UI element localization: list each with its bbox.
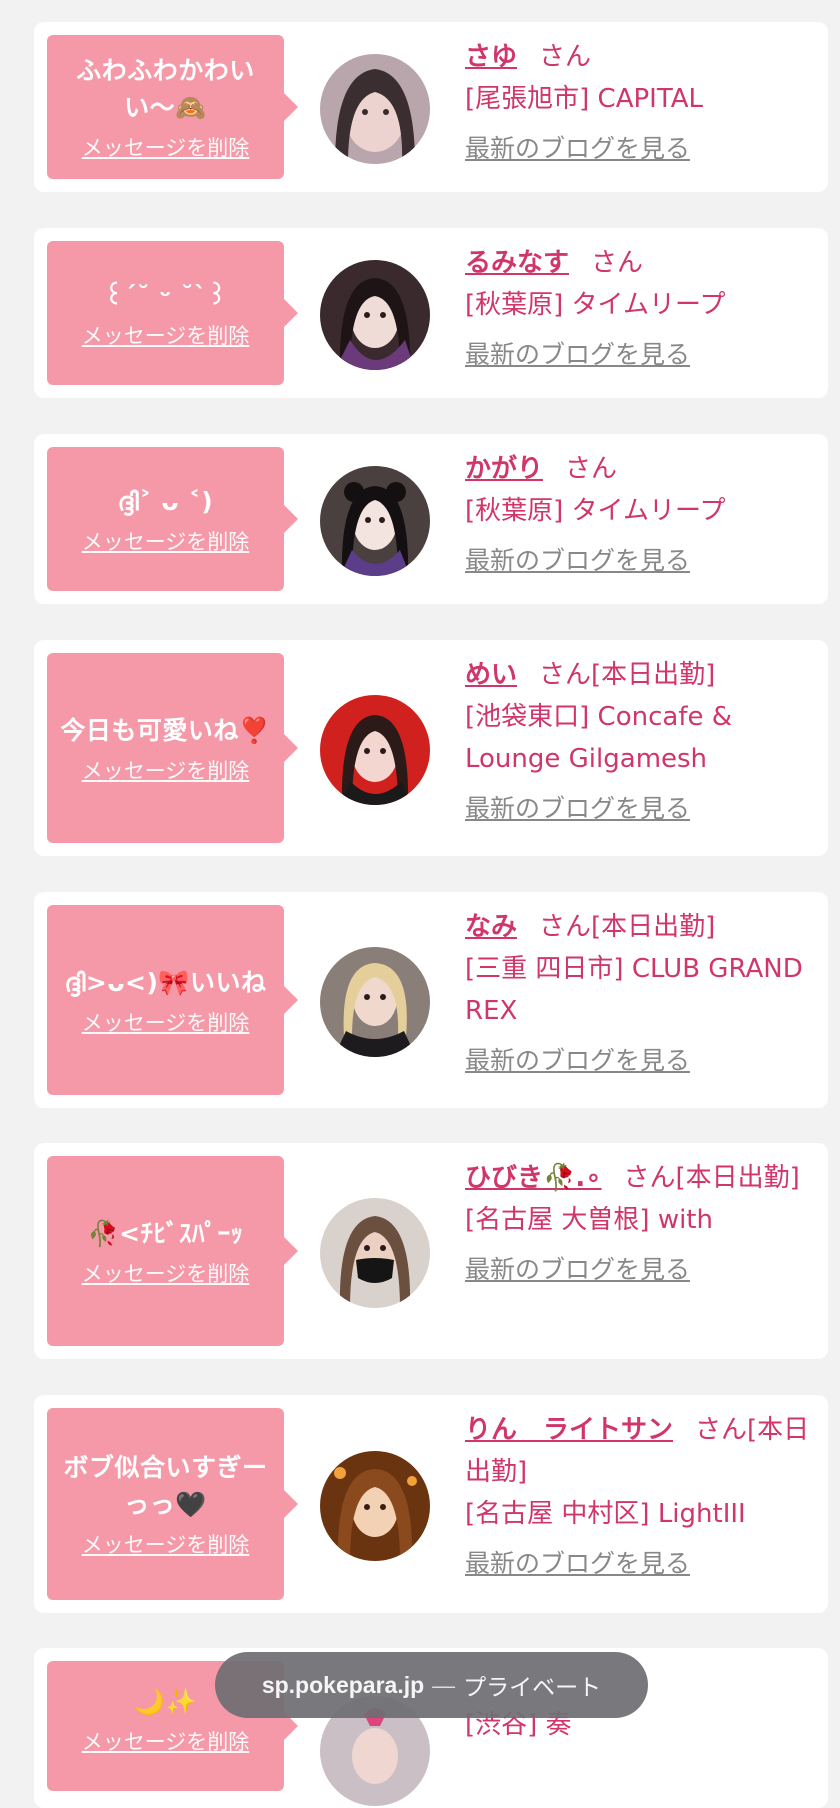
message-bubble: ボブ似合いすぎーっっ🖤 メッセージを削除 [47, 1408, 298, 1600]
avatar[interactable] [320, 54, 430, 164]
cast-suffix: さん [591, 248, 644, 278]
message-card: ദ്ദി˃ ᴗ ˂) メッセージを削除 かがり さん [秋葉原] タイムリープ 最… [34, 434, 828, 604]
message-bubble: ꒰ˊ˘ ᵕ ˘ˋ꒱ メッセージを削除 [47, 241, 298, 385]
message-text: ꒰ˊ˘ ᵕ ˘ˋ꒱ [103, 280, 228, 310]
message-text: ദ്ദി˃ ᴗ ˂) [117, 486, 214, 516]
message-card: ボブ似合いすぎーっっ🖤 メッセージを削除 りん ライトサン さん[本日出勤] [名… [34, 1395, 828, 1613]
shop-name: [秋葉原] タイムリープ [465, 290, 726, 320]
cast-name-link[interactable]: さゆ [465, 42, 517, 72]
delete-message-link[interactable]: メッセージを削除 [82, 1258, 250, 1288]
latest-blog-link[interactable]: 最新のブログを見る [465, 128, 812, 170]
cast-info: かがり さん [秋葉原] タイムリープ 最新のブログを見る [465, 448, 812, 582]
avatar[interactable] [320, 947, 430, 1057]
shop-name: [秋葉原] タイムリープ [465, 496, 726, 526]
cast-name-link[interactable]: りん ライトサン [465, 1415, 673, 1445]
avatar-image [320, 1451, 430, 1561]
avatar[interactable] [320, 695, 430, 805]
shop-name: [尾張旭市] CAPITAL [465, 84, 703, 114]
latest-blog-link[interactable]: 最新のブログを見る [465, 540, 812, 582]
message-text: 今日も可愛いね❣️ [60, 715, 271, 745]
message-card: 今日も可愛いね❣️ メッセージを削除 めい さん[本日出勤] [池袋東口] Con… [34, 640, 828, 856]
cast-suffix: さん[本日出勤] [539, 660, 716, 690]
message-bubble: 今日も可愛いね❣️ メッセージを削除 [47, 653, 298, 843]
message-bubble: 🥀<ﾁﾋﾞｽﾊﾟｰｯ メッセージを削除 [47, 1156, 298, 1346]
message-text: ദ്ദി>ᴗ<)🎀いいね [64, 967, 267, 997]
site-domain: sp.pokepara.jp [261, 1671, 425, 1698]
delete-message-link[interactable]: メッセージを削除 [82, 1007, 250, 1037]
latest-blog-link[interactable]: 最新のブログを見る [465, 1249, 812, 1291]
message-card: 🥀<ﾁﾋﾞｽﾊﾟｰｯ メッセージを削除 ひびき🥀.∘ さん[本日出勤] [名古屋 … [34, 1143, 828, 1359]
cast-name-link[interactable]: なみ [465, 912, 517, 942]
message-bubble: ദ്ദി>ᴗ<)🎀いいね メッセージを削除 [47, 905, 298, 1095]
avatar-image [320, 466, 430, 576]
cast-name-link[interactable]: ひびき🥀.∘ [465, 1163, 602, 1193]
avatar-image [320, 695, 430, 805]
avatar[interactable] [320, 1451, 430, 1561]
message-bubble: ദ്ദി˃ ᴗ ˂) メッセージを削除 [47, 447, 298, 591]
message-text: ふわふわかわいい〜🙈 [76, 56, 255, 122]
delete-message-link[interactable]: メッセージを削除 [82, 132, 250, 162]
message-card: ꒰ˊ˘ ᵕ ˘ˋ꒱ メッセージを削除 るみなす さん [秋葉原] タイムリープ 最… [34, 228, 828, 398]
shop-name: [名古屋 大曽根] with [465, 1205, 713, 1235]
avatar-image [320, 260, 430, 370]
cast-suffix: さん[本日出勤] [623, 1163, 800, 1193]
message-card: ദ്ദി>ᴗ<)🎀いいね メッセージを削除 なみ さん[本日出勤] [三重 四日市… [34, 892, 828, 1108]
delete-message-link[interactable]: メッセージを削除 [82, 320, 250, 350]
delete-message-link[interactable]: メッセージを削除 [82, 526, 250, 556]
cast-info: さゆ さん [尾張旭市] CAPITAL 最新のブログを見る [465, 36, 812, 170]
latest-blog-link[interactable]: 最新のブログを見る [465, 334, 812, 376]
message-text: 🌙✨ [133, 1687, 198, 1716]
address-bar-pill[interactable]: sp.pokepara.jp — プライベート [215, 1652, 648, 1718]
message-text: ボブ似合いすぎーっっ🖤 [63, 1453, 268, 1519]
message-bubble: ふわふわかわいい〜🙈 メッセージを削除 [47, 35, 298, 179]
cast-suffix: さん[本日出勤] [539, 912, 716, 942]
shop-name: [名古屋 中村区] LightIII [465, 1499, 746, 1529]
cast-info: めい さん[本日出勤] [池袋東口] Concafe & Lounge Gilga… [465, 654, 812, 830]
latest-blog-link[interactable]: 最新のブログを見る [465, 788, 812, 830]
cast-name-link[interactable]: かがり [465, 454, 543, 484]
cast-name-link[interactable]: るみなす [465, 248, 569, 278]
avatar-image [320, 54, 430, 164]
avatar[interactable] [320, 1198, 430, 1308]
message-text: 🥀<ﾁﾋﾞｽﾊﾟｰｯ [87, 1218, 244, 1248]
avatar-image [320, 1198, 430, 1308]
cast-name-link[interactable]: めい [465, 660, 517, 690]
delete-message-link[interactable]: メッセージを削除 [82, 755, 250, 785]
cast-suffix: さん [539, 42, 592, 72]
delete-message-link[interactable]: メッセージを削除 [82, 1529, 250, 1559]
avatar-image [320, 947, 430, 1057]
shop-name: [池袋東口] Concafe & Lounge Gilgamesh [465, 702, 733, 774]
cast-info: なみ さん[本日出勤] [三重 四日市] CLUB GRAND REX 最新のブロ… [465, 906, 812, 1082]
cast-info: ひびき🥀.∘ さん[本日出勤] [名古屋 大曽根] with 最新のブログを見る [465, 1157, 812, 1291]
cast-info: るみなす さん [秋葉原] タイムリープ 最新のブログを見る [465, 242, 812, 376]
avatar[interactable] [320, 466, 430, 576]
latest-blog-link[interactable]: 最新のブログを見る [465, 1543, 812, 1585]
separator: — [432, 1671, 456, 1698]
shop-name: [三重 四日市] CLUB GRAND REX [465, 954, 803, 1026]
avatar[interactable] [320, 260, 430, 370]
latest-blog-link[interactable]: 最新のブログを見る [465, 1040, 812, 1082]
cast-info: りん ライトサン さん[本日出勤] [名古屋 中村区] LightIII 最新のブ… [465, 1409, 812, 1585]
browsing-mode-label: プライベート [463, 1674, 602, 1700]
cast-suffix: さん [565, 454, 618, 484]
message-card: ふわふわかわいい〜🙈 メッセージを削除 さゆ さん [尾張旭市] CAPITAL … [34, 22, 828, 192]
